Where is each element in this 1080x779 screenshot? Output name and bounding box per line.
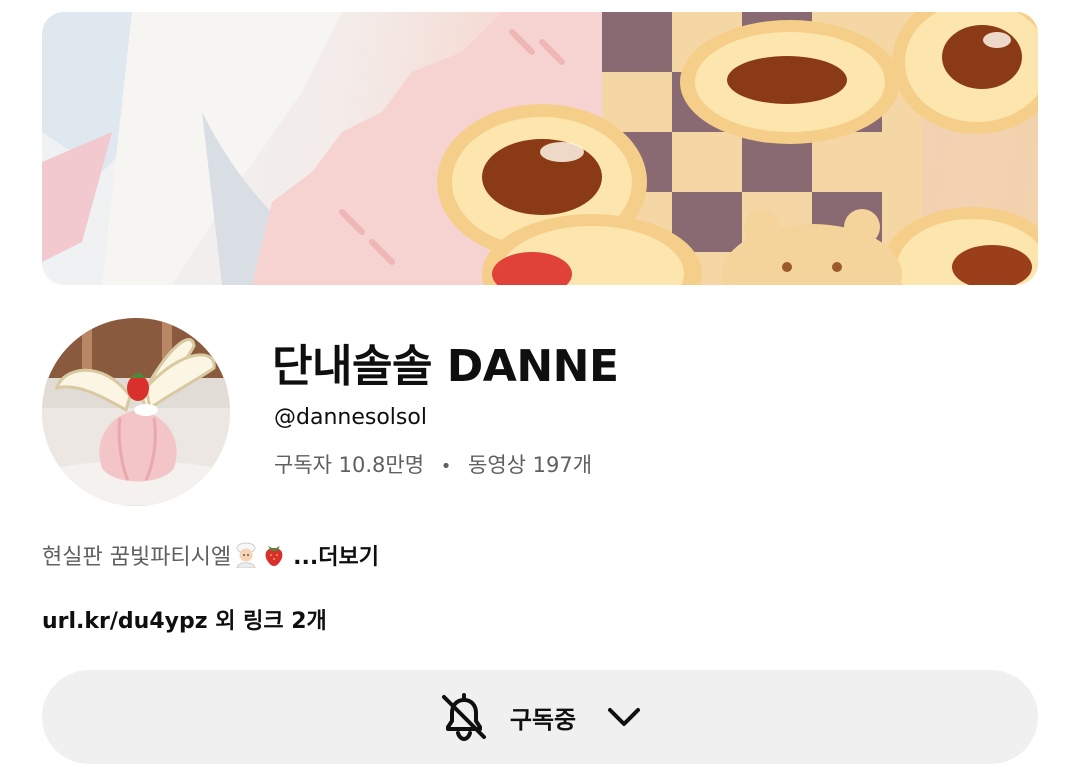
link-count-label: 외 링크 2개 [207, 609, 327, 634]
chevron-down-icon[interactable] [602, 695, 646, 739]
subscribed-label: 구독중 [509, 705, 577, 734]
chef-emoji [236, 542, 256, 568]
channel-name: 단내솔솔 DANNE [272, 341, 619, 392]
description-text: 현실판 꿈빛파티시엘 [42, 545, 232, 570]
channel-page: 단내솔솔 DANNE @dannesolsol 구독자 10.8만명 • 동영상… [0, 0, 1080, 779]
banner-illustration [42, 12, 1038, 285]
channel-handle: @dannesolsol [274, 405, 427, 430]
stats-separator: • [440, 456, 452, 477]
channel-links[interactable]: url.kr/du4ypz 외 링크 2개 [42, 603, 327, 635]
channel-avatar[interactable] [42, 318, 230, 506]
bell-off-icon [441, 693, 486, 742]
channel-banner [42, 12, 1038, 285]
video-count: 동영상 197개 [468, 453, 593, 477]
more-button[interactable]: ...더보기 [293, 539, 379, 571]
channel-stats: 구독자 10.8만명 • 동영상 197개 [274, 449, 592, 479]
strawberry-emoji [265, 546, 283, 566]
subscribed-button[interactable]: 구독중 [42, 670, 1038, 764]
channel-description[interactable]: 현실판 꿈빛파티시엘 ...더보기 [42, 539, 379, 571]
subscriber-count: 구독자 10.8만명 [274, 453, 425, 477]
avatar-image [42, 318, 230, 506]
link-url[interactable]: url.kr/du4ypz [42, 609, 208, 634]
